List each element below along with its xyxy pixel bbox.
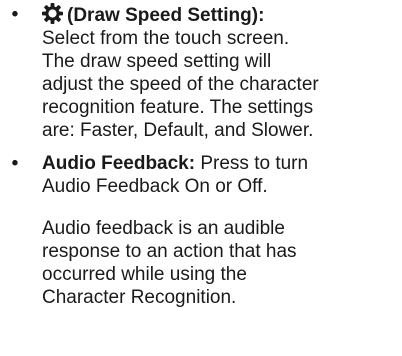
draw-speed-heading: (Draw Speed Setting): [42,3,402,27]
gear-icon [42,3,63,24]
draw-speed-line: Select from the touch screen. [42,28,290,49]
note-line: response to an action that has [42,241,297,262]
draw-speed-line: recognition feature. The settings [42,97,314,118]
audio-feedback-line: Audio Feedback On or Off. [42,176,268,197]
audio-feedback-item: • Audio Feedback: Press to turn Audio Fe… [0,152,402,198]
draw-speed-item: • (Draw Speed Setting): Select from the … [0,3,402,142]
bullet: • [11,153,19,174]
audio-feedback-note: Audio feedback is an audible response to… [0,217,402,309]
document: • (Draw Speed Setting): Select from the … [0,0,402,309]
audio-feedback-term: Audio Feedback: [42,153,196,174]
note-line: Audio feedback is an audible [42,218,285,239]
draw-speed-line: adjust the speed of the character [42,74,319,95]
bullet: • [11,4,19,25]
draw-speed-line: are: Faster, Default, and Slower. [42,120,314,141]
note-line: occurred while using the [42,264,247,285]
draw-speed-line: The draw speed setting will [42,51,272,72]
draw-speed-term: (Draw Speed Setting): [67,5,265,26]
audio-feedback-heading: Audio Feedback: Press to turn [42,152,402,175]
note-line: Character Recognition. [42,287,237,308]
audio-feedback-text: Press to turn [195,153,309,174]
